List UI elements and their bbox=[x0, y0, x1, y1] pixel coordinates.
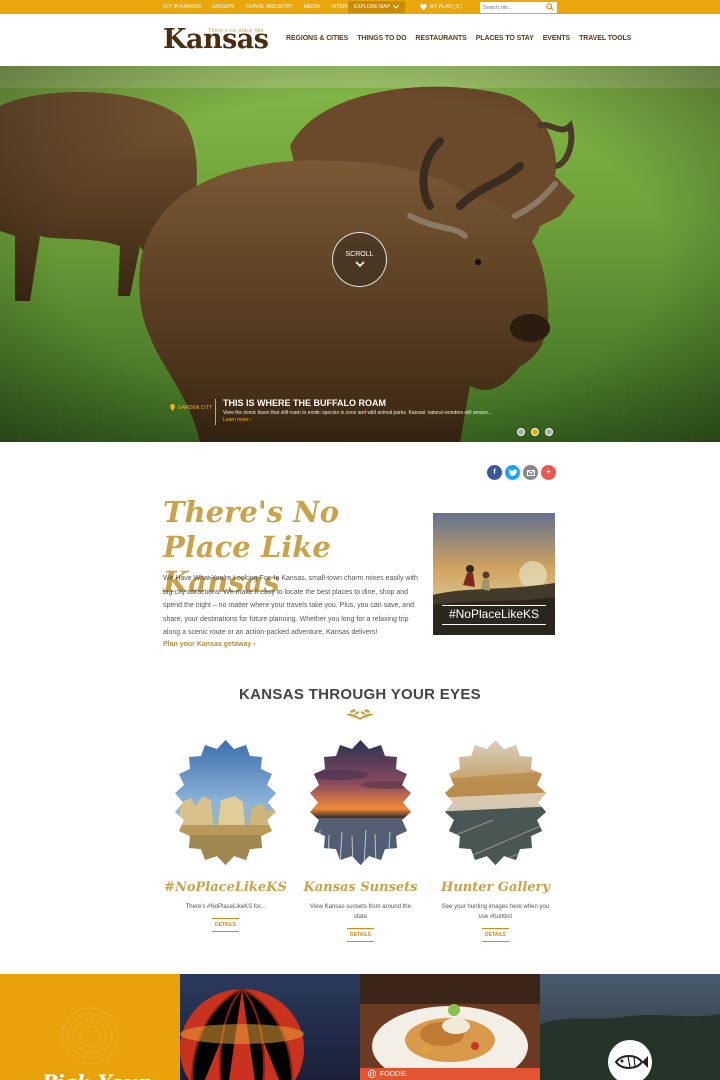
email-icon[interactable] bbox=[523, 465, 538, 480]
tile-image-lake bbox=[540, 974, 720, 1080]
slider-dot-active[interactable] bbox=[531, 428, 539, 436]
foodie-label-bar: Foodie bbox=[360, 1068, 540, 1080]
tile-pick-your-label: Pick Your bbox=[42, 1070, 149, 1080]
nav-things-to-do[interactable]: Things to Do bbox=[357, 35, 406, 42]
fork-knife-icon bbox=[368, 1070, 376, 1078]
nav-travel-tools[interactable]: Travel Tools bbox=[579, 35, 631, 42]
utility-link-fly[interactable]: Fly in Kansas bbox=[163, 4, 201, 10]
gallery-item-text: See your hunting images here when you us… bbox=[441, 904, 550, 920]
twitter-icon[interactable] bbox=[505, 465, 520, 480]
utility-link-travel-industry[interactable]: Travel Industry bbox=[245, 4, 292, 10]
foodie-label: Foodie bbox=[380, 1070, 407, 1078]
hero-text: View the iconic bison that still roam to… bbox=[223, 410, 493, 416]
gallery-item-text: There's #NoPlaceLikeKS for... bbox=[185, 904, 266, 910]
utility-link-groups[interactable]: Groups bbox=[212, 4, 234, 10]
hero-location: Garden City bbox=[170, 404, 212, 411]
gallery-item-noplacelikeks[interactable]: #NoPlaceLikeKS There's #NoPlaceLikeKS fo… bbox=[163, 740, 288, 932]
promo-hashtag: #NoPlaceLikeKS bbox=[448, 607, 540, 621]
tile-image-food bbox=[360, 974, 540, 1080]
gallery-grid: #NoPlaceLikeKS There's #NoPlaceLikeKS fo… bbox=[163, 740, 558, 950]
slider-dots bbox=[517, 428, 553, 436]
site-search bbox=[480, 2, 557, 13]
intro-body: We Have What You're Looking For. In Kans… bbox=[163, 575, 418, 636]
tile-pick-your[interactable]: Pick Your bbox=[0, 974, 180, 1080]
details-button[interactable]: Details bbox=[481, 928, 510, 942]
heart-icon bbox=[420, 4, 427, 10]
main-header: There's no place like Kansas Regions & C… bbox=[0, 14, 720, 66]
chevron-down-icon bbox=[392, 5, 399, 9]
hero-learn-more-link[interactable]: Learn more › bbox=[223, 417, 252, 423]
nav-places-to-stay[interactable]: Places to Stay bbox=[476, 35, 534, 42]
explore-map-button[interactable]: Explore Map bbox=[348, 1, 405, 13]
scroll-label: Scroll bbox=[345, 251, 374, 258]
tile-fishing[interactable] bbox=[540, 974, 720, 1080]
gallery-item-hunter-gallery[interactable]: Hunter Gallery See your hunting images h… bbox=[433, 740, 558, 942]
section-title-through-your-eyes: Kansas Through Your Eyes bbox=[239, 686, 481, 703]
nav-restaurants[interactable]: Restaurants bbox=[415, 35, 466, 42]
gallery-image-hunting bbox=[445, 740, 546, 865]
feature-tiles: Pick Your Foodie bbox=[0, 974, 720, 1080]
tile-foodie[interactable]: Foodie bbox=[360, 974, 540, 1080]
chevron-down-icon bbox=[354, 261, 365, 267]
details-button[interactable]: Details bbox=[346, 928, 375, 942]
utility-link-media[interactable]: Media bbox=[304, 4, 320, 10]
slider-dot[interactable] bbox=[517, 428, 525, 436]
tile-hot-air-balloon[interactable] bbox=[180, 974, 360, 1080]
search-input[interactable] bbox=[483, 3, 541, 12]
promo-line-top bbox=[442, 605, 546, 606]
utility-bar: Fly in Kansas Groups Travel Industry Med… bbox=[0, 0, 720, 14]
caption-divider bbox=[215, 399, 216, 425]
scroll-button[interactable]: Scroll bbox=[332, 232, 387, 287]
my-plan-label: My Plan ( 0 ) bbox=[430, 4, 463, 10]
facebook-icon[interactable]: f bbox=[487, 465, 502, 480]
gallery-item-text: View Kansas sunsets from around the stat… bbox=[310, 904, 411, 920]
noplacelikeks-promo[interactable]: #NoPlaceLikeKS bbox=[433, 513, 555, 635]
share-buttons: f + bbox=[487, 465, 556, 480]
tile-image-balloon bbox=[180, 974, 360, 1080]
plus-icon[interactable]: + bbox=[541, 465, 556, 480]
gallery-item-kansas-sunsets[interactable]: Kansas Sunsets View Kansas sunsets from … bbox=[298, 740, 423, 942]
sunburst-icon bbox=[61, 1007, 119, 1065]
nav-regions-cities[interactable]: Regions & Cities bbox=[286, 35, 348, 42]
hero-title: This is where the buffalo roam bbox=[223, 398, 386, 408]
map-pin-icon bbox=[170, 404, 175, 411]
nav-events[interactable]: Events bbox=[543, 35, 571, 42]
search-icon[interactable] bbox=[546, 3, 554, 11]
main-nav: Regions & Cities Things to Do Restaurant… bbox=[286, 35, 640, 42]
gallery-item-title: #NoPlaceLikeKS bbox=[164, 880, 287, 895]
logo-tagline: There's no place like bbox=[208, 28, 265, 34]
details-button[interactable]: Details bbox=[211, 918, 240, 932]
gallery-image-sunset bbox=[310, 740, 411, 865]
hero-caption: Garden City This is where the buffalo ro… bbox=[170, 398, 530, 428]
kansas-logo[interactable]: There's no place like Kansas bbox=[163, 26, 269, 57]
gallery-item-title: Kansas Sunsets bbox=[303, 880, 418, 895]
hero-location-label: Garden City bbox=[178, 404, 213, 411]
gallery-item-title: Hunter Gallery bbox=[441, 880, 550, 895]
explore-map-label: Explore Map bbox=[354, 4, 390, 10]
slider-dot[interactable] bbox=[545, 428, 553, 436]
promo-line-bottom bbox=[442, 624, 546, 625]
gallery-image-monument-rocks bbox=[175, 740, 276, 865]
plan-getaway-link[interactable]: Plan your Kansas getaway › bbox=[163, 641, 256, 648]
my-plan-link[interactable]: My Plan ( 0 ) bbox=[420, 0, 462, 14]
wheat-ornament-icon bbox=[346, 709, 374, 720]
